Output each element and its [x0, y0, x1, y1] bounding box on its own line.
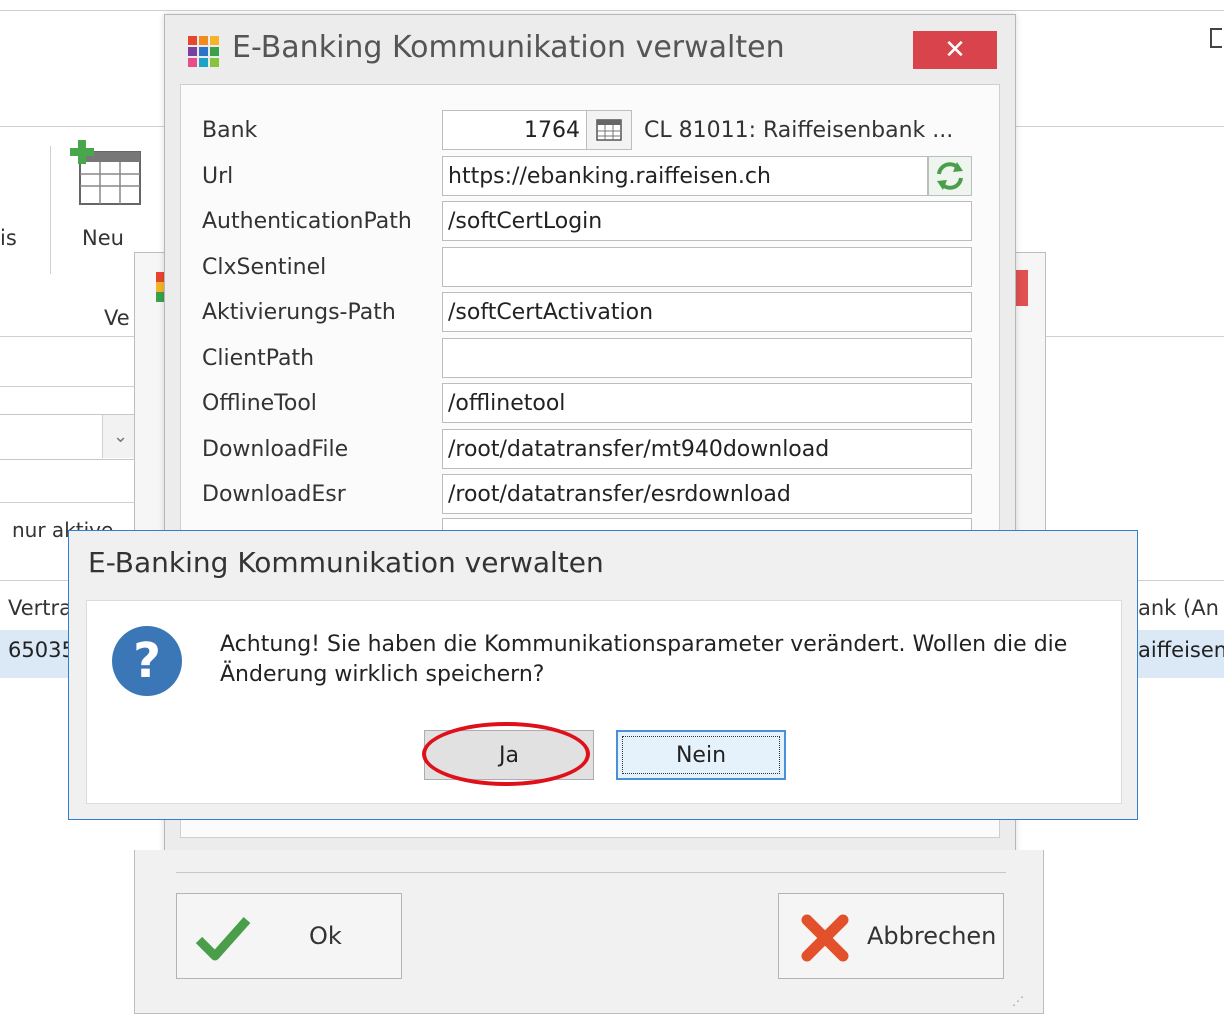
ribbon-top-line [0, 126, 170, 127]
cancel-button[interactable]: Abbrechen [778, 893, 1004, 979]
field-label-offline-tool: OfflineTool [202, 391, 317, 416]
ribbon-separator [50, 146, 51, 274]
activation-path-input[interactable]: /softCertActivation [442, 292, 972, 332]
grid-cell-contract: 65035 [8, 638, 75, 662]
download-file-input[interactable]: /root/datatransfer/mt940download [442, 429, 972, 469]
close-icon: ✕ [944, 35, 966, 65]
grid-header-line [0, 580, 68, 581]
field-label-bank: Bank [202, 118, 258, 143]
new-table-icon [70, 140, 141, 205]
bank-name: CL 81011: Raiffeisenbank ... [644, 118, 954, 143]
red-x-icon [801, 914, 849, 962]
checkmark-icon [195, 917, 251, 961]
client-path-input[interactable] [442, 338, 972, 378]
footer-separator [176, 872, 1006, 873]
field-label-download-file: DownloadFile [202, 437, 349, 462]
field-label-activation-path: Aktivierungs-Path [202, 300, 396, 325]
app-icon-partial [156, 272, 164, 302]
field-label-client-path: ClientPath [202, 346, 315, 371]
refresh-url-button[interactable] [928, 156, 972, 196]
download-esr-input[interactable]: /root/datatransfer/esrdownload [442, 474, 972, 514]
app-logo-icon [188, 36, 219, 67]
message-box-text: Achtung! Sie haben die Kommunikationspar… [220, 632, 1068, 687]
offline-tool-input[interactable]: /offlinetool [442, 383, 972, 423]
table-lookup-icon [596, 119, 622, 141]
question-icon: ? [112, 626, 182, 696]
grid-column-bank[interactable]: ank (An [1138, 596, 1219, 620]
bank-number-input[interactable]: 1764 [442, 110, 587, 150]
grid-header-line-right [1138, 580, 1224, 581]
ok-button[interactable]: Ok [176, 893, 402, 979]
field-label-url: Url [202, 164, 234, 189]
field-label-clx-sentinel: ClxSentinel [202, 255, 327, 280]
no-button[interactable]: Nein [616, 730, 786, 780]
ribbon-group-label: Ve [104, 306, 130, 330]
close-button[interactable]: ✕ [913, 31, 997, 69]
ok-label: Ok [309, 922, 342, 950]
refresh-icon [937, 162, 963, 190]
new-ribbon-label: Neu [82, 226, 124, 250]
bank-lookup-button[interactable] [586, 110, 632, 150]
clx-sentinel-input[interactable] [442, 247, 972, 287]
message-box-title: E-Banking Kommunikation verwalten [88, 546, 604, 579]
dialog-title: E-Banking Kommunikation verwalten [232, 30, 785, 65]
ribbon-label-left: is [0, 226, 17, 250]
url-input[interactable]: https://ebanking.raiffeisen.ch [442, 156, 928, 196]
top-border [0, 10, 1224, 11]
ribbon-top-line-right [1014, 126, 1224, 127]
grid-cell-bank: aiffeisen [1138, 638, 1224, 662]
chevron-down-icon[interactable]: ⌄ [102, 415, 138, 458]
restore-window-icon[interactable] [1210, 28, 1222, 48]
resize-grip-icon[interactable]: ⋰ [1012, 994, 1025, 1008]
highlight-annotation-ring [422, 722, 590, 786]
field-label-authentication-path: AuthenticationPath [202, 209, 412, 234]
field-label-download-esr: DownloadEsr [202, 482, 346, 507]
cancel-label: Abbrechen [867, 922, 997, 950]
focus-rectangle [622, 736, 780, 774]
grid-column-contract[interactable]: Vertra [8, 596, 72, 620]
authentication-path-input[interactable]: /softCertLogin [442, 201, 972, 241]
ribbon-bottom-line-right [1044, 336, 1224, 337]
